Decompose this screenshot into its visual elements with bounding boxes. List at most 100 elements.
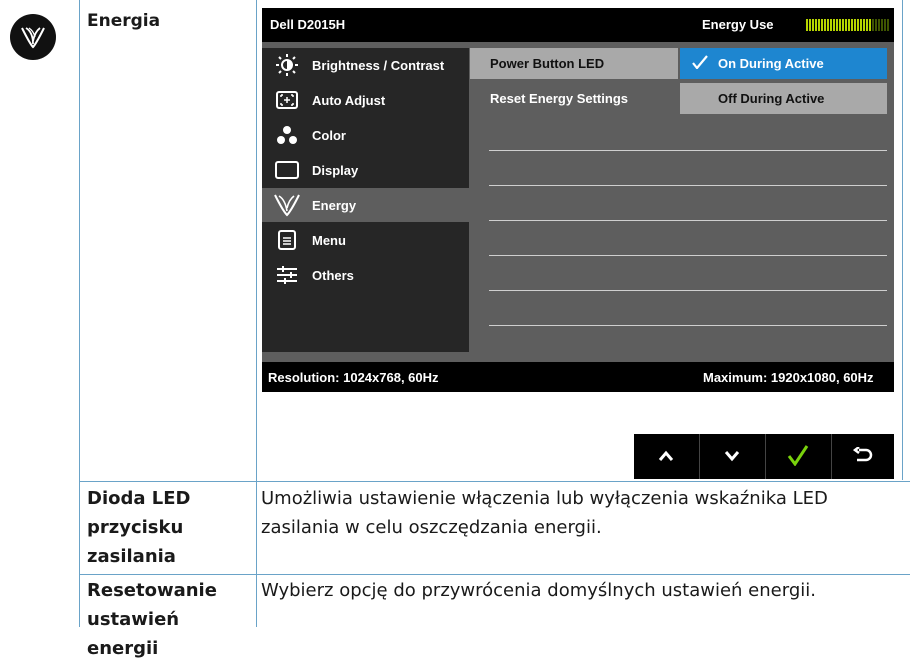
submenu-item-reset-energy-settings[interactable]: Reset Energy Settings [470, 83, 678, 114]
menu-label: Others [312, 267, 354, 283]
osd-navigation-buttons [634, 434, 894, 479]
menu-label: Display [312, 162, 359, 178]
submenu-divider [489, 220, 887, 221]
energy-meter-bar [827, 19, 829, 31]
menu-item-display[interactable]: Display [262, 153, 469, 187]
menu-label: Brightness / Contrast [312, 57, 445, 73]
up-button[interactable] [634, 434, 698, 479]
osd-submenu: Power Button LED Reset Energy Settings O… [469, 48, 887, 352]
maximum-resolution: Maximum: 1920x1080, 60Hz [703, 370, 874, 385]
row-term: Dioda LED przycisku zasilania [87, 484, 255, 571]
submenu-divider [489, 290, 887, 291]
menu-label: Auto Adjust [312, 92, 386, 108]
energy-meter-bar [812, 19, 814, 31]
color-icon [262, 125, 312, 145]
row-term: Resetowanie ustawień energii [87, 576, 255, 663]
energy-meter-bar [878, 19, 880, 31]
menu-item-auto-adjust[interactable]: Auto Adjust [262, 83, 469, 117]
energy-meter-bar [821, 19, 823, 31]
energy-meter-bar [887, 19, 889, 31]
submenu-label: Power Button LED [490, 56, 605, 71]
energy-meter-bar [815, 19, 817, 31]
confirm-button[interactable] [766, 434, 830, 479]
brightness-icon [262, 54, 312, 76]
checkmark-icon [692, 55, 708, 72]
menu-label: Color [312, 127, 346, 143]
energy-meter-bar [809, 19, 811, 31]
energy-meter-bar [830, 19, 832, 31]
back-button[interactable] [832, 434, 894, 479]
row-term-line: Resetowanie [87, 580, 217, 601]
osd-header: Dell D2015H Energy Use [262, 8, 894, 42]
option-off-during-active[interactable]: Off During Active [680, 83, 887, 114]
submenu-divider [489, 150, 887, 151]
submenu-divider [489, 255, 887, 256]
current-resolution: Resolution: 1024x768, 60Hz [268, 370, 439, 385]
menu-item-color[interactable]: Color [262, 118, 469, 152]
table-border-right [902, 0, 903, 480]
energy-meter-bar [836, 19, 838, 31]
energy-meter-bar [866, 19, 868, 31]
others-icon [262, 265, 312, 285]
energy-meter-bar [839, 19, 841, 31]
energy-section-icon [10, 14, 56, 60]
row-description-line: zasilania w celu oszczędzania energii. [261, 517, 602, 538]
checkmark-icon [787, 444, 809, 470]
energy-meter-bar [881, 19, 883, 31]
energy-meter-bar [872, 19, 874, 31]
submenu-label: Reset Energy Settings [490, 91, 628, 106]
submenu-item-power-button-led[interactable]: Power Button LED [470, 48, 678, 79]
submenu-divider [489, 185, 887, 186]
section-title: Energia [87, 11, 161, 31]
energy-meter-bar [869, 19, 871, 31]
energy-meter-bar [851, 19, 853, 31]
row-description-line: Wybierz opcję do przywrócenia domyślnych… [261, 580, 816, 601]
option-label: Off During Active [718, 91, 825, 106]
menu-label: Energy [312, 197, 357, 213]
energy-icon [262, 193, 312, 217]
energy-meter-bar [818, 19, 820, 31]
energy-meter-bar [845, 19, 847, 31]
menu-item-others[interactable]: Others [262, 258, 469, 292]
table-row-divider [79, 481, 910, 482]
menu-item-brightness-contrast[interactable]: Brightness / Contrast [262, 48, 469, 82]
osd-main-menu: Brightness / Contrast Auto Adjust Color … [262, 48, 469, 352]
row-term-line: ustawień energii [87, 609, 180, 659]
row-description: Umożliwia ustawienie włączenia lub wyłąc… [261, 484, 901, 542]
row-description-line: Umożliwia ustawienie włączenia lub wyłąc… [261, 488, 828, 509]
down-button[interactable] [700, 434, 764, 479]
row-description: Wybierz opcję do przywrócenia domyślnych… [261, 576, 901, 605]
energy-meter-bar [833, 19, 835, 31]
energy-meter-bar [806, 19, 808, 31]
option-on-during-active[interactable]: On During Active [680, 48, 887, 79]
energy-meter-bar [863, 19, 865, 31]
row-term-line: Dioda LED [87, 488, 191, 509]
energy-meter-bar [860, 19, 862, 31]
energy-meter-bar [884, 19, 886, 31]
energy-meter-bar [848, 19, 850, 31]
option-label: On During Active [718, 56, 824, 71]
submenu-divider [489, 325, 887, 326]
chevron-up-icon [658, 447, 674, 466]
monitor-model: Dell D2015H [270, 17, 346, 32]
chevron-down-icon [724, 447, 740, 466]
menu-item-menu[interactable]: Menu [262, 223, 469, 257]
osd-screen: Dell D2015H Energy Use Brightness / Cont… [262, 8, 894, 392]
table-row-divider [79, 574, 910, 575]
energy-meter-bar [857, 19, 859, 31]
row-term-line: zasilania [87, 546, 176, 567]
display-icon [262, 161, 312, 179]
energy-use-label: Energy Use [702, 17, 774, 32]
menu-label: Menu [312, 232, 346, 248]
energy-meter-bar [875, 19, 877, 31]
table-border-left [79, 0, 80, 627]
table-border-middle [256, 0, 257, 627]
osd-footer: Resolution: 1024x768, 60Hz Maximum: 1920… [262, 362, 894, 392]
back-icon [852, 445, 873, 467]
energy-meter-bar [824, 19, 826, 31]
energy-meter-bar [854, 19, 856, 31]
menu-item-energy[interactable]: Energy [262, 188, 469, 222]
row-term-line: przycisku [87, 517, 184, 538]
auto-adjust-icon [262, 91, 312, 109]
energy-use-meter [806, 19, 891, 31]
